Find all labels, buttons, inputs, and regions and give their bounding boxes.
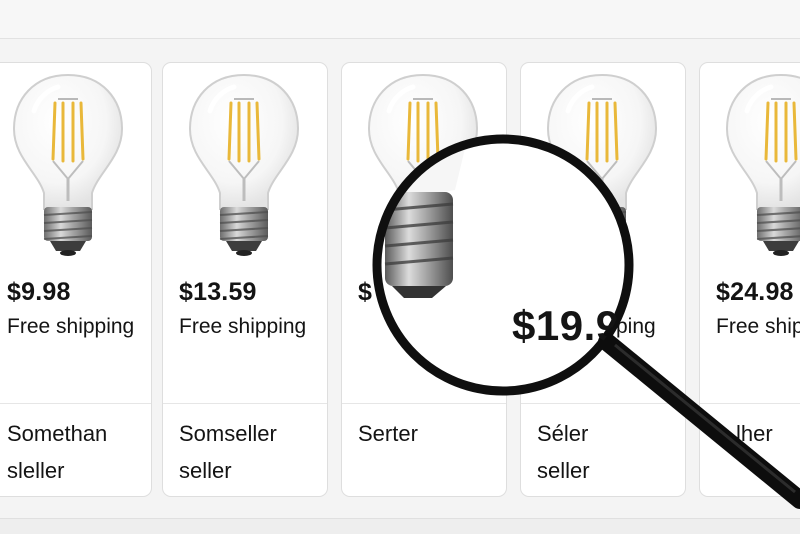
- seller-name-line2: seller: [537, 458, 590, 483]
- product-card[interactable]: $13.59 Free shipping Somseller seller: [162, 62, 328, 497]
- seller-name-line1: Somseller: [179, 421, 277, 446]
- shipping-label: Free shipping: [179, 315, 307, 338]
- seller-name[interactable]: Somethan sleller: [7, 415, 151, 489]
- card-divider: [700, 403, 800, 404]
- card-divider: [163, 403, 327, 404]
- seller-name-line2: seller: [179, 458, 232, 483]
- bottom-bar: [0, 518, 800, 534]
- product-card[interactable]: ping Séler seller: [520, 62, 686, 497]
- card-divider: [521, 403, 685, 404]
- product-card[interactable]: $24.98 Free ship lher: [699, 62, 800, 497]
- top-bar: [0, 0, 800, 39]
- seller-name-line1: Séler: [537, 421, 589, 446]
- seller-name[interactable]: lher: [736, 415, 800, 452]
- seller-name[interactable]: Serter: [358, 415, 506, 452]
- seller-name[interactable]: Somseller seller: [179, 415, 327, 489]
- shipping-label: ping: [616, 315, 656, 338]
- light-bulb-image: [711, 69, 800, 269]
- light-bulb-image: [353, 69, 493, 269]
- product-price: $: [358, 278, 373, 306]
- seller-name-line1: lher: [736, 421, 773, 446]
- seller-name-line1: Serter: [358, 421, 418, 446]
- light-bulb-image: [532, 69, 672, 269]
- product-card[interactable]: $9.98 Free shipping Somethan sleller: [0, 62, 152, 497]
- product-price: $24.98: [716, 278, 794, 306]
- shipping-label: Free shipping: [7, 315, 135, 338]
- product-price: $9.98: [7, 278, 71, 306]
- light-bulb-image: [0, 69, 138, 269]
- product-card[interactable]: $ Serter: [341, 62, 507, 497]
- product-price: $13.59: [179, 278, 257, 306]
- seller-name-line2: sleller: [7, 458, 65, 483]
- card-divider: [342, 403, 506, 404]
- seller-name[interactable]: Séler seller: [537, 415, 685, 489]
- light-bulb-image: [174, 69, 314, 269]
- product-carousel: $9.98 Free shipping Somethan sleller $13…: [0, 38, 800, 518]
- shipping-label: Free ship: [716, 315, 800, 338]
- card-divider: [0, 403, 151, 404]
- seller-name-line1: Somethan: [7, 421, 108, 446]
